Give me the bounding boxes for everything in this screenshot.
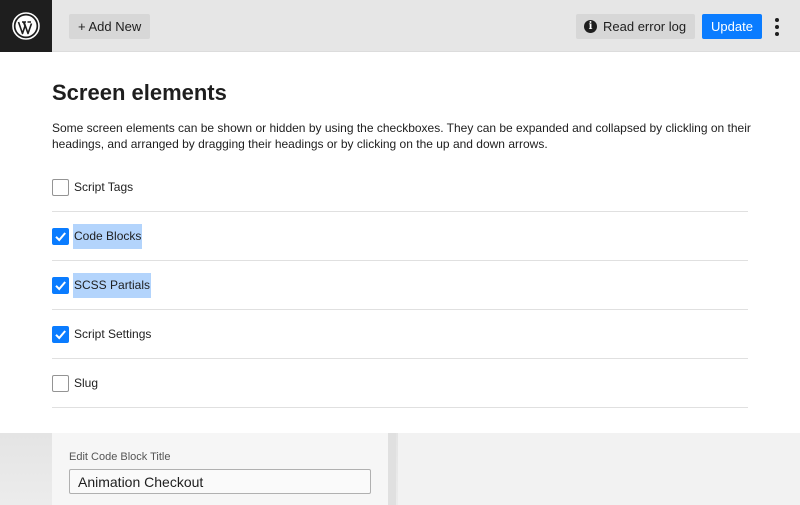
script-tags-label[interactable]: Script Tags <box>73 175 134 200</box>
read-error-log-button[interactable]: i Read error log <box>576 14 696 39</box>
panel-title: Screen elements <box>52 80 227 105</box>
script-settings-label[interactable]: Script Settings <box>73 322 152 347</box>
slug-checkbox[interactable] <box>52 374 69 392</box>
code-block-title-input[interactable] <box>69 469 371 494</box>
code-blocks-label[interactable]: Code Blocks <box>73 223 143 249</box>
option-slug[interactable]: Slug <box>52 359 748 408</box>
option-script-tags[interactable]: Script Tags <box>52 163 748 212</box>
scss-partials-label[interactable]: SCSS Partials <box>73 272 152 298</box>
wordpress-logo-icon[interactable] <box>0 0 52 52</box>
option-code-blocks[interactable]: Code Blocks <box>52 212 748 261</box>
option-script-settings[interactable]: Script Settings <box>52 310 748 359</box>
script-settings-checkbox[interactable] <box>52 325 69 343</box>
screen-elements-panel: Screen elements Some screen elements can… <box>0 52 800 433</box>
more-vertical-icon[interactable] <box>768 14 786 39</box>
option-scss-partials[interactable]: SCSS Partials <box>52 261 748 310</box>
update-button[interactable]: Update <box>702 14 762 39</box>
code-blocks-checkbox[interactable] <box>52 227 69 245</box>
checkmark-icon <box>55 231 66 241</box>
checkmark-icon <box>55 280 66 290</box>
scss-partials-checkbox[interactable] <box>52 276 69 294</box>
edit-title-label: Edit Code Block Title <box>69 451 171 463</box>
panel-description: Some screen elements can be shown or hid… <box>52 121 751 151</box>
script-tags-checkbox[interactable] <box>52 178 69 196</box>
add-new-button[interactable]: + Add New <box>69 14 151 39</box>
slug-label[interactable]: Slug <box>73 371 99 396</box>
read-error-log-label: Read error log <box>603 19 687 34</box>
code-editor-area[interactable] <box>398 433 800 505</box>
editor-toolbar: + Add New i Read error log Update <box>0 0 800 52</box>
checkmark-icon <box>55 329 66 339</box>
info-icon: i <box>584 20 597 33</box>
